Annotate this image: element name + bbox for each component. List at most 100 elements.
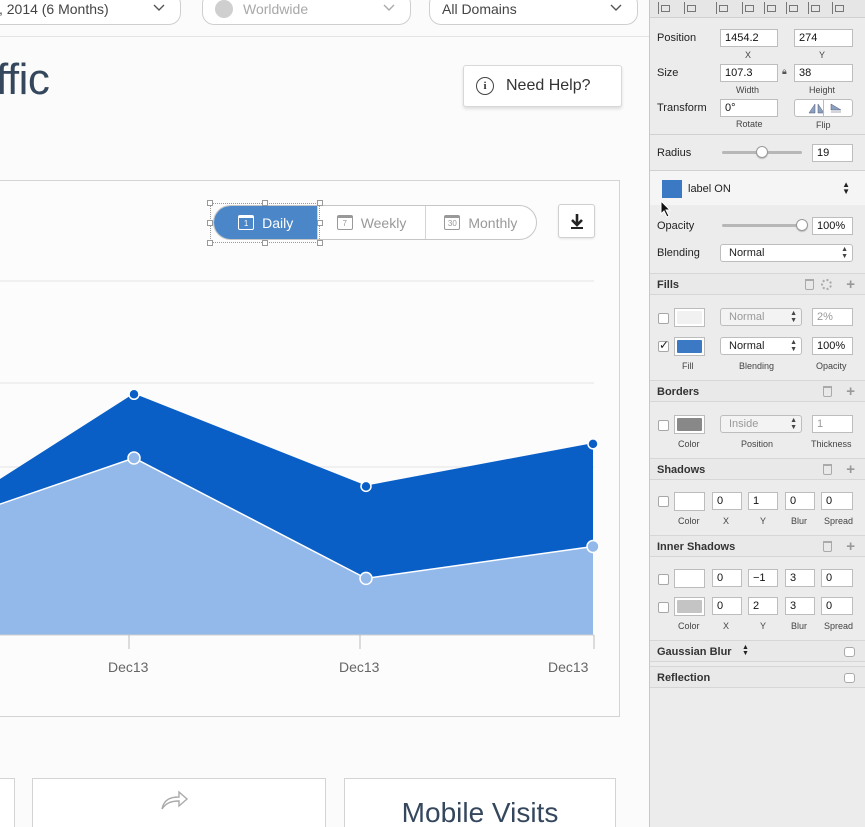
inner-shadow-1-checkbox[interactable] — [658, 574, 669, 585]
calendar-icon: 1 — [238, 215, 255, 230]
inner-shadow-1-y-field[interactable]: −1 — [748, 569, 778, 587]
blur-caption: Blur — [791, 516, 808, 526]
inner-shadow-1-spread-field[interactable]: 0 — [821, 569, 853, 587]
data-point — [127, 451, 141, 465]
shadow-blur-field[interactable]: 0 — [785, 492, 815, 510]
shadow-y-field[interactable]: 1 — [748, 492, 778, 510]
opacity-field[interactable]: 100% — [812, 217, 853, 235]
trash-icon[interactable] — [823, 541, 832, 552]
align-right-icon[interactable] — [764, 2, 776, 14]
fill-2-checkbox[interactable] — [658, 338, 669, 352]
border-checkbox[interactable] — [658, 420, 669, 431]
blending-select[interactable]: Normal ▲ ▼ — [720, 244, 853, 262]
position-label: Position — [657, 32, 697, 44]
calendar-icon: 30 — [444, 215, 461, 230]
height-field[interactable]: 38 — [794, 64, 853, 82]
inner-shadow-2-x-field[interactable]: 0 — [712, 597, 742, 615]
border-position-select[interactable]: Inside ▲ ▼ — [720, 415, 802, 433]
color-caption: Color — [678, 516, 700, 526]
rotate-field[interactable]: 0° — [720, 99, 778, 117]
opacity-slider-knob[interactable] — [796, 219, 808, 231]
position-y-field[interactable]: 274 — [794, 29, 853, 47]
inner-shadow-2-blur-field[interactable]: 3 — [785, 597, 815, 615]
mobile-visits-card: Mobile Visits — [344, 778, 616, 827]
x-caption: X — [723, 621, 730, 631]
gaussian-blur-section-header[interactable]: Gaussian Blur ▲ ▼ — [650, 640, 865, 662]
plus-icon[interactable]: + — [846, 276, 855, 293]
inner-shadow-2-checkbox[interactable] — [658, 602, 669, 613]
granularity-segmented-control[interactable]: 1 Daily 7 Weekly 30 Monthly — [213, 205, 537, 240]
plus-icon[interactable]: + — [846, 538, 855, 555]
position-x-field[interactable]: 1454.2 — [720, 29, 778, 47]
width-field[interactable]: 107.3 — [720, 64, 778, 82]
mobile-visits-title: Mobile Visits — [401, 797, 559, 827]
download-button[interactable] — [558, 204, 595, 238]
align-middle-icon[interactable] — [808, 2, 820, 14]
radius-slider-knob[interactable] — [756, 146, 768, 158]
blending-caption: Blending — [739, 361, 775, 371]
shadow-checkbox[interactable] — [658, 496, 669, 507]
spread-caption: Spread — [824, 516, 854, 526]
gear-icon[interactable] — [821, 279, 832, 290]
inner-shadow-1-blur-field[interactable]: 3 — [785, 569, 815, 587]
inner-shadow-1-swatch[interactable] — [674, 569, 705, 588]
shadow-swatch[interactable] — [674, 492, 705, 511]
border-swatch[interactable] — [674, 415, 705, 434]
fill-2-opacity-field[interactable]: 100% — [812, 337, 853, 355]
style-name: label ON — [688, 183, 731, 195]
stepper-icon: ▲ ▼ — [790, 310, 797, 324]
monthly-button[interactable]: 30 Monthly — [426, 206, 536, 239]
shadow-x-field[interactable]: 0 — [712, 492, 742, 510]
trash-icon[interactable] — [805, 279, 814, 290]
reflection-toggle[interactable] — [844, 673, 855, 683]
x-caption: X — [723, 516, 730, 526]
radius-field[interactable]: 19 — [812, 144, 853, 162]
weekly-label: Weekly — [360, 214, 407, 231]
inner-shadow-2-spread-field[interactable]: 0 — [821, 597, 853, 615]
design-canvas[interactable]: y, 2014 (6 Months) Worldwide All Domains… — [0, 0, 649, 827]
borders-title: Borders — [657, 386, 700, 398]
data-point — [587, 438, 599, 450]
download-icon — [570, 214, 583, 229]
reflection-section-header[interactable]: Reflection — [650, 666, 865, 688]
stat-card — [32, 778, 326, 827]
flip-buttons[interactable] — [794, 99, 853, 117]
fill-1-swatch[interactable] — [674, 308, 705, 327]
trash-icon[interactable] — [823, 386, 832, 397]
inner-shadow-2-y-field[interactable]: 2 — [748, 597, 778, 615]
y-caption: Y — [760, 621, 767, 631]
plus-icon[interactable]: + — [846, 461, 855, 478]
stat-card — [0, 778, 15, 827]
daily-button[interactable]: 1 Daily — [214, 206, 319, 239]
x-tick-label: Dec13 — [108, 659, 149, 675]
lock-icon[interactable]: 🔒︎ — [782, 66, 787, 77]
data-point — [128, 388, 140, 401]
weekly-button[interactable]: 7 Weekly — [318, 206, 426, 239]
fill-2-blending-select[interactable]: Normal ▲ ▼ — [720, 337, 802, 355]
border-thickness-field[interactable]: 1 — [812, 415, 853, 433]
fill-1-checkbox[interactable] — [658, 313, 669, 324]
inspector-panel: Position 1454.2 274 X Y Size 107.3 🔒︎ 38… — [649, 0, 865, 827]
opacity-slider[interactable] — [722, 224, 802, 227]
align-left-icon[interactable] — [658, 2, 670, 14]
stepper-icon[interactable]: ▲ ▼ — [742, 644, 749, 657]
fill-1-blending-select[interactable]: Normal ▲ ▼ — [720, 308, 802, 326]
inner-shadow-1-x-field[interactable]: 0 — [712, 569, 742, 587]
fill-2-swatch[interactable] — [674, 337, 705, 356]
align-left-edge-icon[interactable] — [716, 2, 728, 14]
shadows-section-header: Shadows + — [650, 458, 865, 480]
trash-icon[interactable] — [823, 464, 832, 475]
fill-2-blending-value: Normal — [729, 340, 765, 352]
stepper-icon: ▲ ▼ — [790, 339, 797, 353]
fill-1-opacity-field[interactable]: 2% — [812, 308, 853, 326]
gaussian-blur-toggle[interactable] — [844, 647, 855, 657]
align-bottom-icon[interactable] — [832, 2, 844, 14]
shared-style-row[interactable]: label ON ▲ ▼ — [650, 171, 865, 205]
shadow-spread-field[interactable]: 0 — [821, 492, 853, 510]
plus-icon[interactable]: + — [846, 383, 855, 400]
align-top-icon[interactable] — [684, 2, 696, 14]
inner-shadow-2-swatch[interactable] — [674, 597, 705, 616]
align-center-icon[interactable] — [742, 2, 754, 14]
align-top-edge-icon[interactable] — [786, 2, 798, 14]
transform-label: Transform — [657, 102, 707, 114]
